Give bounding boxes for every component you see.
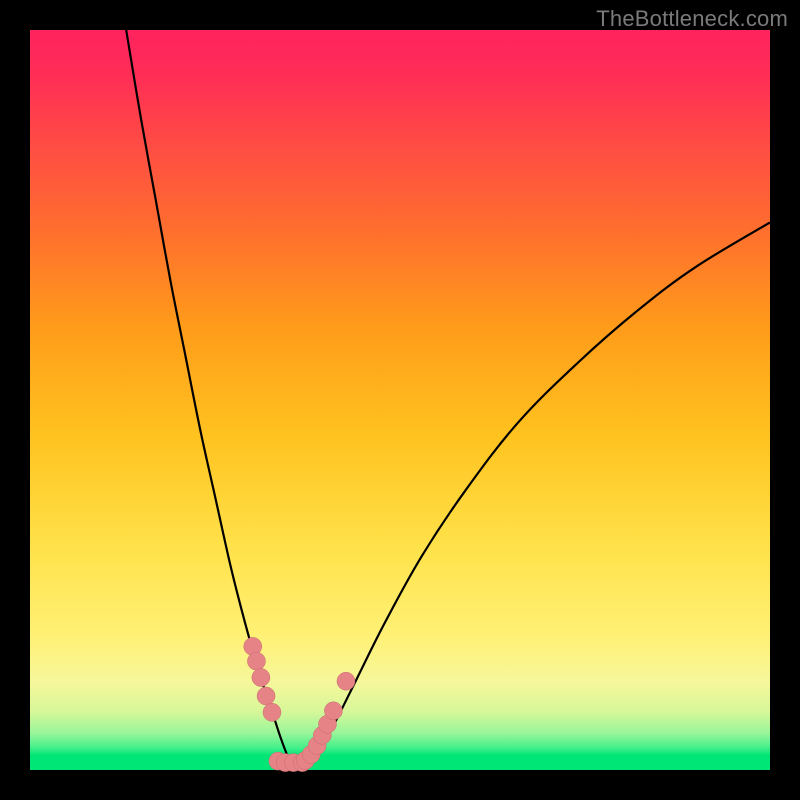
chart-container: TheBottleneck.com bbox=[0, 0, 800, 800]
data-dot bbox=[263, 703, 281, 721]
data-dot bbox=[252, 669, 270, 687]
data-dot bbox=[324, 702, 342, 720]
bottleneck-curve-left bbox=[126, 30, 296, 770]
bottleneck-curve-right bbox=[296, 222, 770, 770]
dots-group bbox=[244, 637, 355, 771]
data-dot bbox=[337, 672, 355, 690]
plot-area bbox=[30, 30, 770, 770]
data-dot bbox=[247, 652, 265, 670]
data-dot bbox=[257, 687, 275, 705]
watermark-text: TheBottleneck.com bbox=[596, 6, 788, 32]
curve-group bbox=[126, 30, 770, 770]
curve-svg bbox=[30, 30, 770, 770]
